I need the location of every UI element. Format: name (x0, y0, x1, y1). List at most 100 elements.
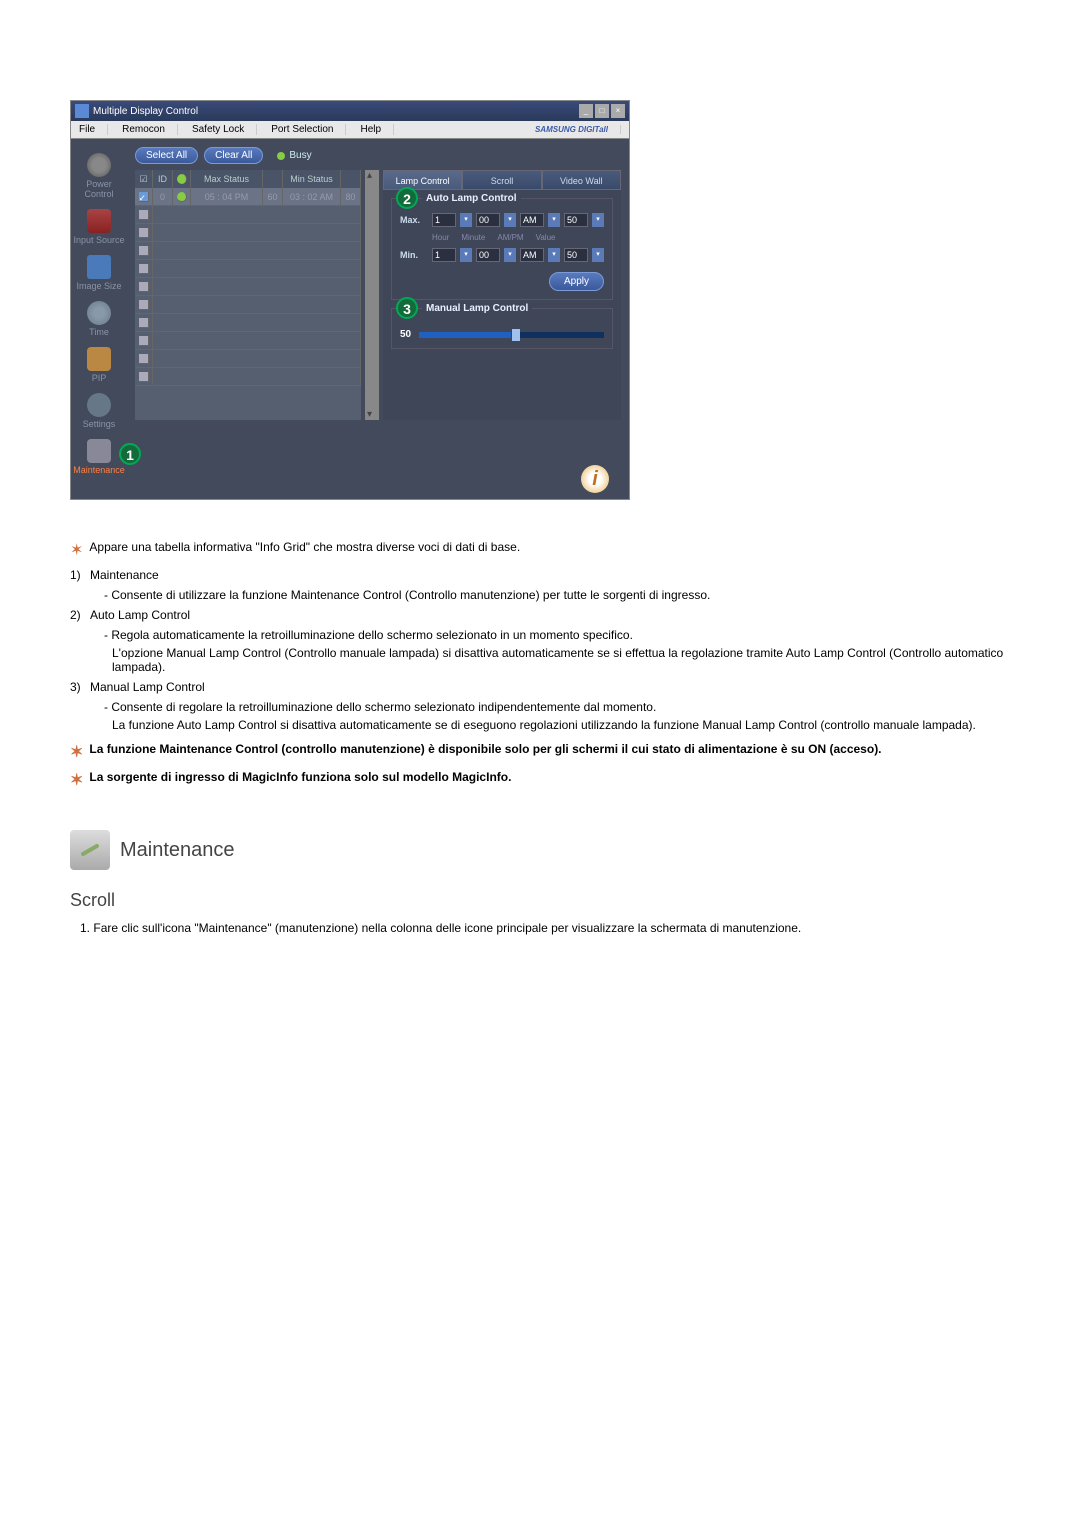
star-icon: ✶ (70, 742, 83, 762)
maintenance-icon (87, 439, 111, 463)
chevron-down-icon[interactable]: ▾ (460, 248, 472, 262)
row-checkbox[interactable] (139, 264, 149, 274)
table-row[interactable]: 0 05 : 04 PM 60 03 : 02 AM 80 (135, 188, 361, 206)
sidebar-item-pip[interactable]: PIP (71, 343, 127, 387)
max-ampm-input[interactable] (520, 213, 544, 227)
maximize-icon[interactable]: □ (595, 104, 609, 118)
col-minstatus: Min Status (283, 170, 341, 188)
menu-help[interactable]: Help (360, 124, 394, 135)
subsection-title: Scroll (70, 890, 1060, 911)
row-checkbox[interactable] (139, 192, 149, 202)
item3-title: Manual Lamp Control (90, 680, 205, 694)
clock-icon (87, 301, 111, 325)
slider-value: 50 (400, 329, 411, 340)
table-row[interactable] (135, 314, 361, 332)
status-dot-icon (177, 192, 187, 202)
menu-safetylock[interactable]: Safety Lock (192, 124, 257, 135)
auto-lamp-section: 2 Auto Lamp Control Max. ▾ ▾ ▾ ▾ (391, 198, 613, 300)
min-min-input[interactable] (476, 248, 500, 262)
min-ampm-input[interactable] (520, 248, 544, 262)
ampm-sublabel: AM/PM (497, 233, 523, 242)
row-checkbox[interactable] (139, 246, 149, 256)
max-min-input[interactable] (476, 213, 500, 227)
chevron-down-icon[interactable]: ▾ (548, 248, 560, 262)
row-checkbox[interactable] (139, 354, 149, 364)
max-hour-input[interactable] (432, 213, 456, 227)
tab-lampcontrol[interactable]: Lamp Control (383, 170, 462, 190)
max-val-input[interactable] (564, 213, 588, 227)
sidebar-item-settings[interactable]: Settings (71, 389, 127, 433)
intro-text: Appare una tabella informativa "Info Gri… (89, 540, 520, 560)
star-icon: ✶ (70, 770, 83, 790)
menu-file[interactable]: File (79, 124, 108, 135)
min-label: Min. (400, 250, 428, 260)
chevron-down-icon[interactable]: ▾ (504, 248, 516, 262)
item3-desc1: - Consente di regolare la retroilluminaz… (104, 700, 1010, 714)
min-hour-input[interactable] (432, 248, 456, 262)
info-icon[interactable]: i (581, 465, 609, 493)
grid-header: ☑ ID Max Status Min Status (135, 170, 361, 188)
table-row[interactable] (135, 224, 361, 242)
callout-badge-1: 1 (119, 443, 141, 465)
app-icon (75, 104, 89, 118)
pip-icon (87, 347, 111, 371)
tab-scroll[interactable]: Scroll (462, 170, 541, 190)
auto-lamp-title: Auto Lamp Control (422, 193, 521, 204)
info-grid: ☑ ID Max Status Min Status 0 (135, 170, 361, 420)
table-row[interactable] (135, 206, 361, 224)
close-icon[interactable]: × (611, 104, 625, 118)
lamp-slider[interactable] (419, 332, 604, 338)
menu-remocon[interactable]: Remocon (122, 124, 178, 135)
col-v1 (263, 170, 283, 188)
row-checkbox[interactable] (139, 318, 149, 328)
tab-videowall[interactable]: Video Wall (542, 170, 621, 190)
chevron-down-icon[interactable]: ▾ (460, 213, 472, 227)
row-checkbox[interactable] (139, 282, 149, 292)
select-all-button[interactable]: Select All (135, 147, 198, 164)
chevron-down-icon[interactable]: ▾ (504, 213, 516, 227)
table-row[interactable] (135, 278, 361, 296)
slider-thumb[interactable] (512, 329, 520, 341)
manual-lamp-title: Manual Lamp Control (422, 303, 532, 314)
row-checkbox[interactable] (139, 210, 149, 220)
minimize-icon[interactable]: _ (579, 104, 593, 118)
window-title: Multiple Display Control (93, 106, 198, 117)
note1-text: La funzione Maintenance Control (control… (89, 742, 881, 762)
table-row[interactable] (135, 260, 361, 278)
chevron-down-icon[interactable]: ▾ (592, 248, 604, 262)
callout-badge-3: 3 (396, 297, 418, 319)
row-checkbox[interactable] (139, 300, 149, 310)
chevron-down-icon[interactable]: ▾ (548, 213, 560, 227)
row-checkbox[interactable] (139, 372, 149, 382)
row-checkbox[interactable] (139, 336, 149, 346)
sidebar-item-imagesize[interactable]: Image Size (71, 251, 127, 295)
chevron-down-icon[interactable]: ▾ (592, 213, 604, 227)
max-label: Max. (400, 215, 428, 225)
sidebar-item-time[interactable]: Time (71, 297, 127, 341)
min-val-input[interactable] (564, 248, 588, 262)
busy-dot-icon (277, 152, 285, 160)
item1-desc: - Consente di utilizzare la funzione Mai… (104, 588, 1010, 602)
hour-sublabel: Hour (432, 233, 449, 242)
ol1-text: Fare clic sull'icona "Maintenance" (manu… (93, 921, 801, 935)
item2-desc1: - Regola automaticamente la retroillumin… (104, 628, 1010, 642)
callout-badge-2: 2 (396, 187, 418, 209)
sidebar-item-input[interactable]: Input Source (71, 205, 127, 249)
power-icon (87, 153, 111, 177)
section-title: Maintenance (120, 839, 235, 862)
col-check[interactable]: ☑ (135, 170, 153, 188)
clear-all-button[interactable]: Clear All (204, 147, 263, 164)
row-checkbox[interactable] (139, 228, 149, 238)
menu-portselection[interactable]: Port Selection (271, 124, 346, 135)
sidebar: Power Control Input Source Image Size Ti… (71, 139, 127, 459)
table-row[interactable] (135, 368, 361, 386)
apply-button[interactable]: Apply (549, 272, 604, 291)
table-row[interactable] (135, 332, 361, 350)
sidebar-item-power[interactable]: Power Control (71, 149, 127, 203)
grid-scrollbar[interactable] (365, 170, 379, 420)
table-row[interactable] (135, 296, 361, 314)
table-row[interactable] (135, 242, 361, 260)
status-icon (177, 174, 187, 184)
table-row[interactable] (135, 350, 361, 368)
sidebar-item-maintenance[interactable]: 1 Maintenance (71, 435, 127, 479)
